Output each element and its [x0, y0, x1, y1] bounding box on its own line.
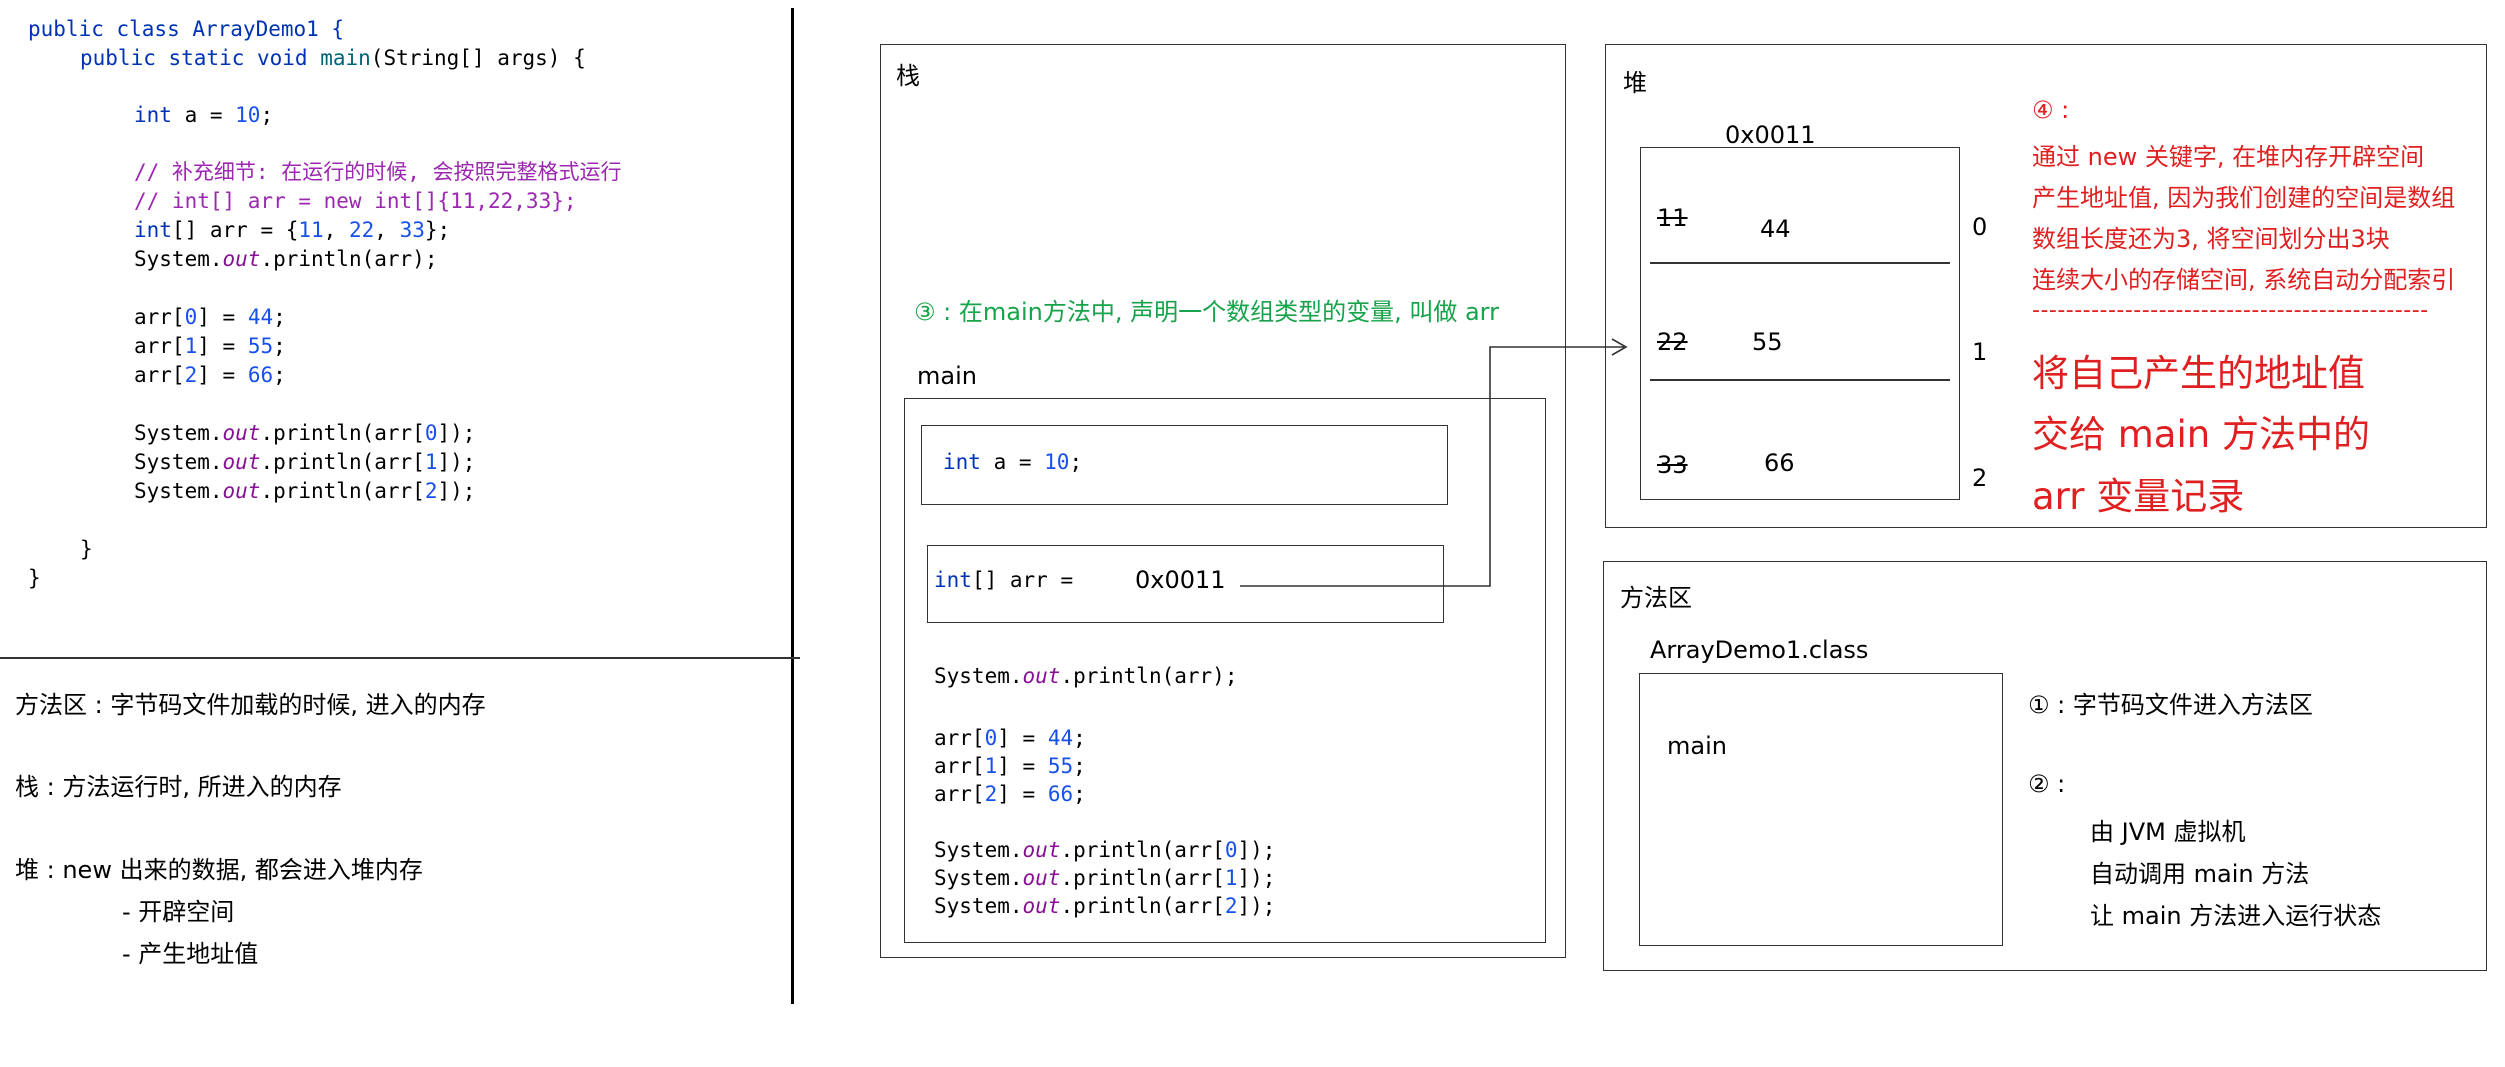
reference-arrow: [1240, 338, 1628, 587]
reference-line: [1240, 346, 1614, 587]
arrowhead-icon: [1611, 338, 1628, 356]
